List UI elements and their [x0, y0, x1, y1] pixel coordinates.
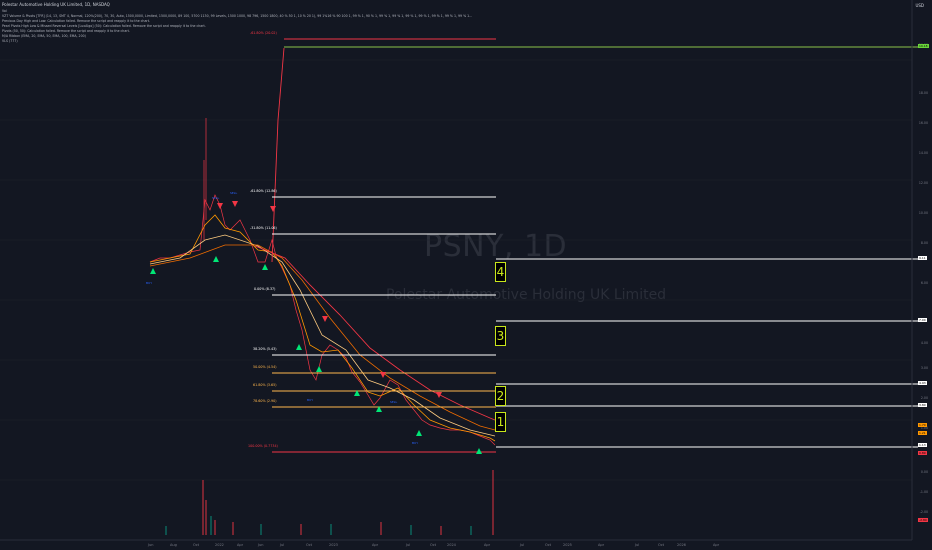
- x-label: Oct: [545, 543, 552, 547]
- y-label: 14.00: [918, 151, 928, 155]
- price-tag: 1.21: [918, 431, 927, 435]
- x-label: 2024: [447, 543, 456, 547]
- fib-label: 0.00% (8.37): [254, 287, 276, 291]
- x-label: 2023: [329, 543, 338, 547]
- x-label: 2022: [215, 543, 224, 547]
- x-label: Jul: [280, 543, 285, 547]
- fib-label: 61.80% (3.65): [253, 383, 277, 387]
- volume-bars-green: [165, 516, 472, 535]
- x-label: Jul: [406, 543, 411, 547]
- x-label: Apr: [237, 543, 244, 547]
- x-label: Apr: [484, 543, 491, 547]
- wave-box-4[interactable]: 4: [495, 262, 506, 282]
- price-tag: 4.93: [918, 381, 927, 385]
- y-label: 0.00: [920, 470, 928, 474]
- signal-label: BUY: [146, 281, 153, 285]
- x-label: Jun: [148, 543, 154, 547]
- y-label: 10.00: [918, 211, 928, 215]
- x-label: Oct: [430, 543, 437, 547]
- y-label: -2.00: [919, 510, 928, 514]
- price-tag: 1.70: [918, 423, 927, 427]
- y-label: 8.00: [920, 241, 928, 245]
- x-label: Oct: [193, 543, 200, 547]
- y-label: 18.00: [918, 91, 928, 95]
- y-label: 4.00: [920, 341, 928, 345]
- ema-50: [149, 234, 496, 437]
- wave-box-2[interactable]: 2: [495, 386, 506, 406]
- ema-100: [149, 244, 496, 431]
- x-label: Aug: [170, 543, 177, 547]
- x-label: 2025: [563, 543, 572, 547]
- ema-200: [254, 245, 501, 423]
- wave-box-1[interactable]: 1: [495, 412, 506, 432]
- chart-canvas[interactable]: [0, 0, 932, 550]
- x-label: Jul: [520, 543, 525, 547]
- price-tag: 19.18: [918, 44, 929, 48]
- price-tag: 1.13: [918, 443, 927, 447]
- sell-arrows: [217, 201, 442, 398]
- signal-label: BUY: [412, 441, 419, 445]
- fib-label: -61.80% (20.02): [250, 31, 277, 35]
- fib-label: 78.60% (2.90): [253, 399, 277, 403]
- grid: [0, 59, 912, 481]
- wave-box-3[interactable]: 3: [495, 326, 506, 346]
- y-label: 2.00: [920, 396, 928, 400]
- x-label: Oct: [658, 543, 665, 547]
- price-tag: 7.00: [918, 318, 927, 322]
- price-tag: 3.80: [918, 403, 927, 407]
- y-label: 3.00: [920, 366, 928, 370]
- x-label: Apr: [598, 543, 605, 547]
- x-label: 2026: [677, 543, 686, 547]
- signal-label: SELL: [230, 191, 238, 195]
- price-tag: 9.11: [918, 256, 927, 260]
- signal-label: SELL: [212, 196, 220, 200]
- x-label: Jul: [635, 543, 640, 547]
- fib-label: 38.20% (5.43): [253, 347, 277, 351]
- y-label: 6.00: [920, 281, 928, 285]
- chart-window: Polestar Automotive Holding UK Limited, …: [0, 0, 932, 550]
- y-label: 16.00: [918, 121, 928, 125]
- signal-label: SELL: [390, 400, 398, 404]
- x-label: Apr: [713, 543, 720, 547]
- wick-spikes: [203, 118, 207, 240]
- x-label: Oct: [306, 543, 313, 547]
- price-tag: 0.89: [918, 451, 927, 455]
- y-label: -1.00: [919, 490, 928, 494]
- fib-label: -61.80% (12.86): [250, 189, 277, 193]
- fib-label: -31.80% (11.06): [250, 226, 277, 230]
- y-label: 12.00: [918, 181, 928, 185]
- signal-label: BUY: [307, 398, 314, 402]
- fib-label: 100.00% (0.7734): [248, 444, 278, 448]
- fib-label: 50.00% (4.54): [253, 365, 277, 369]
- x-label: Apr: [372, 543, 379, 547]
- price-tag: -2.80: [918, 518, 928, 522]
- x-label: Jun: [258, 543, 264, 547]
